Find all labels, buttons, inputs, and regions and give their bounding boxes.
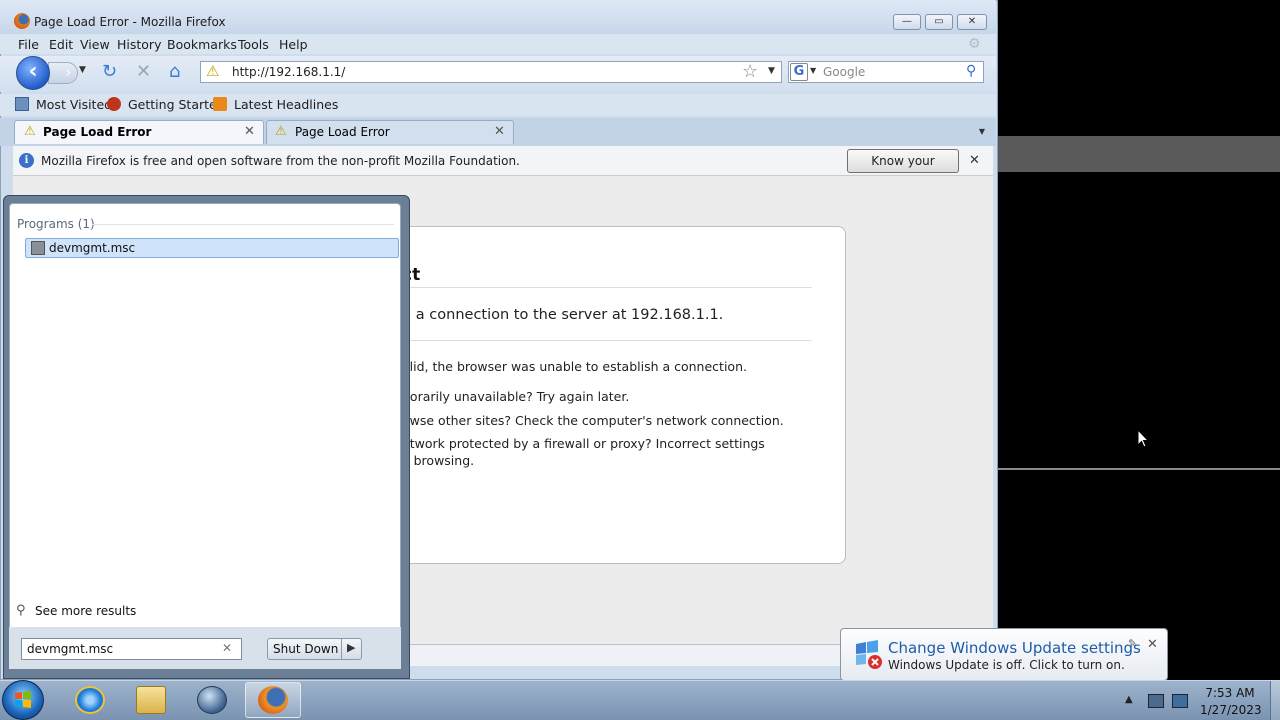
url-text[interactable]: http://192.168.1.1/ [232, 65, 345, 79]
close-window-button[interactable]: ✕ [957, 14, 987, 30]
menu-edit[interactable]: Edit [49, 37, 73, 52]
search-icon[interactable]: ⚲ [966, 63, 976, 79]
shut-down-options-arrow-icon[interactable]: ▶ [347, 641, 355, 654]
tab-label: Page Load Error [295, 125, 390, 139]
tab-page-load-error-2[interactable]: Page Load Error [266, 120, 514, 144]
firefox-icon [258, 686, 288, 714]
shut-down-label[interactable]: Shut Down [273, 642, 338, 656]
firefox-logo-icon [14, 13, 30, 29]
menu-history[interactable]: History [117, 37, 161, 52]
clock-date[interactable]: 1/27/2023 [1200, 703, 1262, 717]
menu-bookmarks[interactable]: Bookmarks [167, 37, 237, 52]
tab-page-load-error-1[interactable]: Page Load Error [14, 120, 264, 144]
balloon-options-icon[interactable]: ✎ [1128, 637, 1137, 650]
most-visited-icon [15, 97, 29, 111]
tab-label: Page Load Error [43, 125, 152, 139]
desktop-divider [998, 468, 1280, 470]
see-more-results-link[interactable]: See more results [35, 604, 136, 618]
clear-search-icon[interactable]: ✕ [222, 641, 232, 655]
reload-icon[interactable]: ↻ [102, 62, 117, 82]
start-search-value[interactable]: devmgmt.msc [27, 642, 113, 656]
desktop-window-strip [998, 136, 1280, 172]
tab-warning-icon: ⚠ [275, 124, 287, 139]
tab-list-dropdown-icon[interactable]: ▼ [974, 122, 990, 142]
menu-file[interactable]: File [18, 37, 39, 52]
warning-icon: ⚠ [206, 62, 220, 80]
search-engine-dropdown-icon[interactable]: ▼ [810, 66, 816, 75]
close-tab-icon[interactable]: ✕ [244, 124, 255, 139]
internet-explorer-icon [75, 686, 105, 714]
stop-icon[interactable]: ✕ [136, 62, 151, 82]
start-button[interactable] [2, 680, 44, 720]
home-icon[interactable]: ⌂ [169, 62, 180, 82]
rss-feed-icon [213, 97, 227, 111]
error-lead: n a connection to the server at 192.168.… [402, 307, 724, 323]
throbber-icon: ⚙ [968, 36, 981, 52]
maximize-button[interactable]: ▭ [925, 14, 953, 30]
folder-icon [136, 686, 166, 714]
error-item: owse other sites? Check the computer's n… [402, 413, 784, 428]
history-dropdown-icon[interactable]: ▼ [79, 65, 86, 75]
balloon-title[interactable]: Change Windows Update settings [888, 639, 1141, 657]
error-item: porarily unavailable? Try again later. [402, 389, 630, 404]
network-error-icon[interactable] [1172, 694, 1188, 708]
bookmark-star-icon[interactable]: ☆ [742, 61, 758, 82]
windows-flag-error-icon [852, 638, 884, 670]
bookmark-most-visited[interactable]: Most Visited [36, 97, 112, 112]
back-button[interactable]: ‹ [16, 56, 50, 90]
forward-button[interactable]: › [48, 62, 78, 84]
url-dropdown-icon[interactable]: ▼ [768, 66, 775, 76]
action-center-error-icon[interactable] [1148, 694, 1164, 708]
group-header-divider [92, 224, 394, 225]
media-player-icon [197, 686, 227, 714]
error-item: o browsing. [402, 453, 475, 468]
notification-text: Mozilla Firefox is free and open softwar… [41, 154, 520, 168]
minimize-button[interactable]: — [893, 14, 921, 30]
error-item: etwork protected by a firewall or proxy?… [402, 436, 765, 451]
bookmark-getting-started[interactable]: Getting Started [128, 97, 225, 112]
close-tab-icon[interactable]: ✕ [494, 124, 505, 139]
show-hidden-icons-icon[interactable]: ▲ [1125, 694, 1133, 705]
device-manager-icon [31, 241, 45, 255]
mouse-cursor-icon [1137, 428, 1150, 452]
show-desktop-button[interactable] [1270, 681, 1280, 720]
balloon-body[interactable]: Windows Update is off. Click to turn on. [888, 658, 1125, 672]
tab-warning-icon: ⚠ [24, 124, 36, 139]
bookmark-latest-headlines[interactable]: Latest Headlines [234, 97, 338, 112]
error-item: alid, the browser was unable to establis… [402, 359, 747, 374]
shut-down-divider [341, 639, 342, 659]
see-more-results-icon: ⚲ [16, 603, 26, 618]
know-your-rights-button[interactable]: Know your rights... [847, 149, 959, 190]
info-icon: i [19, 153, 34, 168]
search-placeholder[interactable]: Google [823, 65, 865, 79]
clock-time[interactable]: 7:53 AM [1200, 686, 1260, 700]
window-title: Page Load Error - Mozilla Firefox [34, 15, 226, 29]
search-bar[interactable] [788, 61, 984, 83]
search-result-label[interactable]: devmgmt.msc [49, 241, 135, 255]
menu-tools[interactable]: Tools [238, 37, 269, 52]
error-divider [402, 287, 812, 288]
error-divider [402, 340, 812, 341]
close-balloon-icon[interactable]: ✕ [1147, 637, 1158, 652]
close-notification-icon[interactable]: ✕ [969, 153, 980, 168]
programs-group-header: Programs (1) [17, 217, 95, 231]
start-menu-results-panel [9, 203, 401, 669]
menu-view[interactable]: View [80, 37, 110, 52]
search-engine-icon[interactable]: G [790, 63, 808, 81]
getting-started-icon [107, 97, 121, 111]
menu-help[interactable]: Help [279, 37, 308, 52]
